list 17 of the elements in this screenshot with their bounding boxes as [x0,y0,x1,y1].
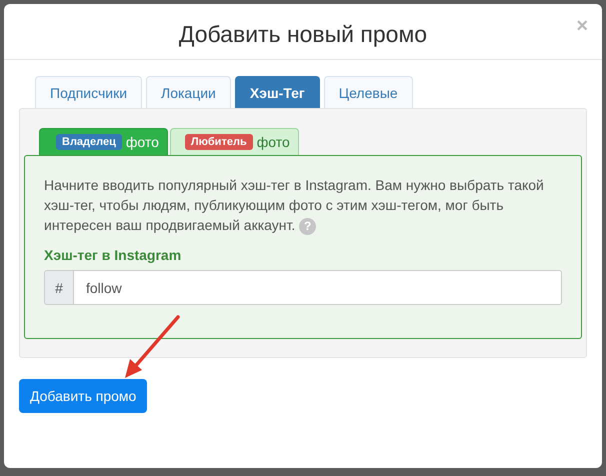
photo-tab[interactable]: Владелец фото [39,128,168,155]
tab[interactable]: Локации [146,76,231,108]
add-promo-button[interactable]: Добавить промо [19,379,148,413]
description-text: Начните вводить популярный хэш-тег в Instagram. Вам нужно выбрать такой хэш-тег, чтобы людям, публикующим фото с этим хэш-тегом, мог быть интересен ваш продвигаемый аккаунт. ? [44,176,545,235]
arrow-drawing [125,315,180,378]
hashtag-field[interactable]: # follow [44,270,562,305]
hash-prefix: # [45,271,74,304]
tab[interactable]: Целевые [324,76,413,108]
tab-label: фото [126,134,159,150]
dialog-title: Добавить новый промо [178,21,428,48]
field-label: Хэш-тег в Instagram [44,247,182,263]
tab-label: фото [256,134,290,150]
role-badge: Владелец [56,134,122,150]
tab[interactable]: Хэш-Тег [234,76,320,108]
photo-tab[interactable]: Любитель фото [170,128,299,155]
tab[interactable]: Подписчики [35,76,142,108]
role-badge: Любитель [184,134,253,150]
